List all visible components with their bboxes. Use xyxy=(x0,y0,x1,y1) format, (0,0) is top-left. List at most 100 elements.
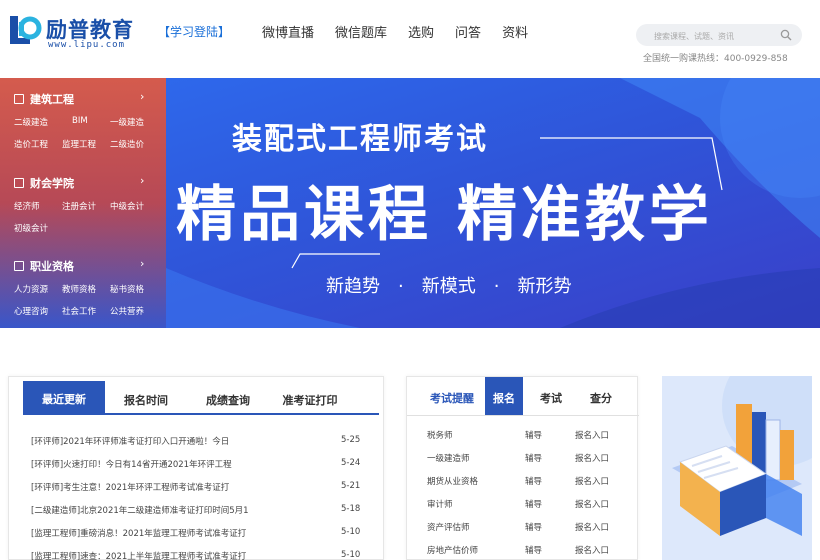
registration-entry-link[interactable]: 报名入口 xyxy=(575,475,609,487)
news-title[interactable]: [二级建造师]北京2021年二级建造师准考证打印时间5月1 xyxy=(31,504,311,516)
news-title[interactable]: [监理工程师]重磅消息！2021年监理工程师考试准考证打 xyxy=(31,527,311,539)
registration-entry-link[interactable]: 报名入口 xyxy=(575,521,609,533)
tab-latest-updates[interactable]: 最近更新 xyxy=(23,381,105,413)
news-title[interactable]: [环评师]火速打印！今日有14省开通2021年环评工程 xyxy=(31,458,311,470)
menu-link[interactable]: 二级造价 xyxy=(110,138,144,150)
menu-link[interactable]: 造价工程 xyxy=(14,138,48,150)
banner-sub-item: 新模式 xyxy=(421,276,476,297)
menu-link[interactable]: 注册会计 xyxy=(62,200,96,212)
banner-separator: · xyxy=(493,276,500,297)
tab-underline xyxy=(23,413,379,415)
guide-link[interactable]: 辅导 xyxy=(525,498,542,510)
news-title[interactable]: [环评师]考生注意！2021年环评工程师考试准考证打 xyxy=(31,481,311,493)
guide-link[interactable]: 辅导 xyxy=(525,452,542,464)
menu-link[interactable]: 心理咨询 xyxy=(14,305,48,317)
tab-register[interactable]: 报名 xyxy=(485,377,523,415)
chevron-right-icon[interactable]: › xyxy=(140,257,144,270)
tab-admission-ticket[interactable]: 准考证打印 xyxy=(269,381,351,413)
hero-banner[interactable]: 建筑工程 › 二级建造 BIM 一级建造 造价工程 监理工程 二级造价 财会学院… xyxy=(0,78,820,328)
news-title[interactable]: [监理工程师]速查：2021上半年监理工程师考试准考证打 xyxy=(31,550,311,560)
table-row: 审计师 辅导 报名入口 xyxy=(407,494,639,517)
chevron-right-icon[interactable]: › xyxy=(140,174,144,187)
table-row: 期货从业资格 辅导 报名入口 xyxy=(407,471,639,494)
menu-head-label: 职业资格 xyxy=(30,260,74,273)
menu-link[interactable]: 监理工程 xyxy=(62,138,96,150)
menu-link[interactable]: 一级建造 xyxy=(110,116,144,128)
news-title[interactable]: [环评师]2021年环评师准考证打印入口开通啦！今日 xyxy=(31,435,311,447)
tab-exam[interactable]: 考试 xyxy=(531,377,571,415)
news-date: 5-24 xyxy=(341,458,361,468)
tab-divider xyxy=(407,415,639,416)
exam-name[interactable]: 期货从业资格 xyxy=(427,475,478,487)
list-item[interactable]: [环评师]2021年环评师准考证打印入口开通啦！今日 5-25 xyxy=(31,431,361,454)
banner-sub-item: 新趋势 xyxy=(326,276,380,297)
nav-item-wechat-quiz[interactable]: 微信题库 xyxy=(335,22,387,41)
list-item[interactable]: [监理工程师]重磅消息！2021年监理工程师考试准考证打 5-10 xyxy=(31,523,361,546)
login-link[interactable]: 【学习登陆】 xyxy=(158,23,230,40)
menu-link[interactable]: 中级会计 xyxy=(110,200,144,212)
nav-item-materials[interactable]: 资料 xyxy=(502,22,528,41)
menu-link[interactable]: 人力资源 xyxy=(14,283,48,295)
banner-sub-item: 新形势 xyxy=(517,276,572,297)
registration-entry-link[interactable]: 报名入口 xyxy=(575,498,609,510)
exam-name[interactable]: 房地产估价师 xyxy=(427,544,478,556)
main-nav: 微博直播 微信题库 选购 问答 资料 xyxy=(262,22,549,41)
menu-head-label: 财会学院 xyxy=(30,177,74,190)
menu-head-career[interactable]: 职业资格 xyxy=(14,258,74,274)
exam-name[interactable]: 资产评估师 xyxy=(427,521,470,533)
books-illustration xyxy=(662,376,812,560)
nav-item-qa[interactable]: 问答 xyxy=(455,22,481,41)
registration-entry-link[interactable]: 报名入口 xyxy=(575,452,609,464)
registration-entry-link[interactable]: 报名入口 xyxy=(575,544,609,556)
list-item[interactable]: [二级建造师]北京2021年二级建造师准考证打印时间5月1 5-18 xyxy=(31,500,361,523)
table-row: 房地产估价师 辅导 报名入口 xyxy=(407,540,639,560)
finance-icon xyxy=(14,178,24,188)
site-logo[interactable]: 励普教育 www.lipu.com xyxy=(6,12,146,52)
guide-link[interactable]: 辅导 xyxy=(525,429,542,441)
menu-head-finance[interactable]: 财会学院 xyxy=(14,175,74,191)
menu-link[interactable]: 二级建造 xyxy=(14,116,48,128)
logo-icon xyxy=(10,16,42,44)
search-icon[interactable] xyxy=(780,29,792,41)
exam-name[interactable]: 一级建造师 xyxy=(427,452,470,464)
news-date: 5-10 xyxy=(341,527,361,537)
menu-link[interactable]: 秘书资格 xyxy=(110,283,144,295)
menu-head-label: 建筑工程 xyxy=(30,93,74,106)
certificate-icon xyxy=(14,261,24,271)
search-input[interactable] xyxy=(654,25,784,48)
list-item[interactable]: [环评师]考生注意！2021年环评工程师考试准考证打 5-21 xyxy=(31,477,361,500)
news-tabs: 最近更新 报名时间 成绩查询 准考证打印 xyxy=(23,381,351,413)
registration-entry-link[interactable]: 报名入口 xyxy=(575,429,609,441)
chevron-right-icon[interactable]: › xyxy=(140,90,144,103)
menu-link[interactable]: 公共营养 xyxy=(110,305,144,317)
menu-head-construction[interactable]: 建筑工程 xyxy=(14,91,74,107)
news-date: 5-21 xyxy=(341,481,361,491)
guide-link[interactable]: 辅导 xyxy=(525,544,542,556)
building-icon xyxy=(14,94,24,104)
news-list: [环评师]2021年环评师准考证打印入口开通啦！今日 5-25 [环评师]火速打印… xyxy=(31,431,361,560)
banner-title: 装配式工程师考试 xyxy=(232,122,488,157)
exam-name[interactable]: 审计师 xyxy=(427,498,453,510)
menu-link[interactable]: 初级会计 xyxy=(14,222,48,234)
menu-link[interactable]: 教师资格 xyxy=(62,283,96,295)
menu-link[interactable]: BIM xyxy=(72,116,88,126)
list-item[interactable]: [环评师]火速打印！今日有14省开通2021年环评工程 5-24 xyxy=(31,454,361,477)
tab-check-score[interactable]: 查分 xyxy=(581,377,621,415)
nav-item-weibo-live[interactable]: 微博直播 xyxy=(262,22,314,41)
guide-link[interactable]: 辅导 xyxy=(525,475,542,487)
menu-link[interactable]: 经济师 xyxy=(14,200,40,212)
tab-exam-reminder[interactable]: 考试提醒 xyxy=(417,377,487,415)
promo-illustration[interactable] xyxy=(662,376,812,560)
category-side-menu: 建筑工程 › 二级建造 BIM 一级建造 造价工程 监理工程 二级造价 财会学院… xyxy=(0,78,166,328)
nav-item-shop[interactable]: 选购 xyxy=(408,22,434,41)
menu-link[interactable]: 社会工作 xyxy=(62,305,96,317)
logo-url: www.lipu.com xyxy=(48,40,126,50)
guide-link[interactable]: 辅导 xyxy=(525,521,542,533)
news-panel: 最近更新 报名时间 成绩查询 准考证打印 [环评师]2021年环评师准考证打印入… xyxy=(8,376,384,560)
tab-score-query[interactable]: 成绩查询 xyxy=(187,381,269,413)
tab-registration-time[interactable]: 报名时间 xyxy=(105,381,187,413)
news-date: 5-25 xyxy=(341,435,361,445)
list-item[interactable]: [监理工程师]速查：2021上半年监理工程师考试准考证打 5-10 xyxy=(31,546,361,560)
banner-subtitle: 新趋势 · 新模式 · 新形势 xyxy=(326,272,571,298)
exam-name[interactable]: 税务师 xyxy=(427,429,453,441)
